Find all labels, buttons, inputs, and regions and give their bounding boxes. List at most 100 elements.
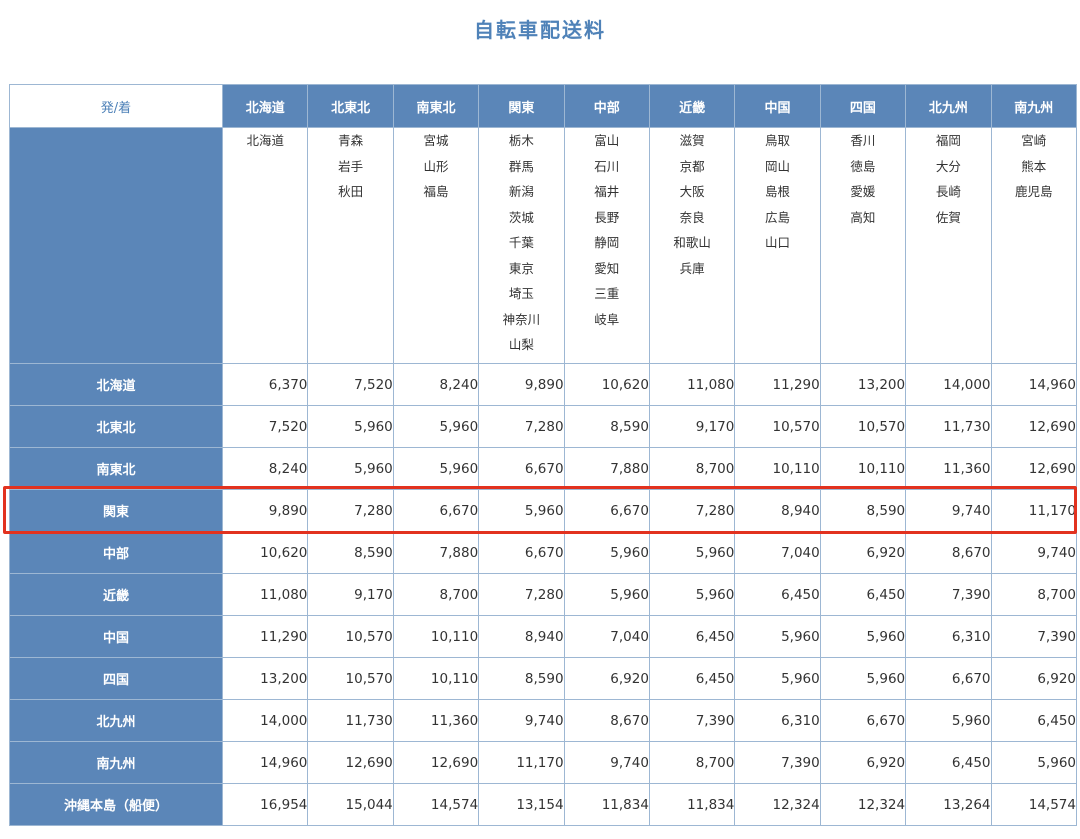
shipping-rate-table: 発/着 北海道 北東北 南東北 関東 中部 近畿 中国 四国 北九州 南九州 北…: [9, 84, 1078, 826]
rate-cell: 10,110: [392, 615, 480, 658]
rate-cell: 8,700: [648, 741, 736, 784]
prefecture-name: 徳島: [850, 158, 876, 174]
prefecture-name: 愛知: [594, 260, 620, 276]
rate-cell: 5,960: [819, 615, 907, 658]
rate-cell: 8,940: [478, 615, 565, 658]
prefecture-name: 神奈川: [502, 311, 541, 327]
row-header: 北海道: [9, 363, 223, 406]
rate-cell: 10,570: [307, 657, 394, 700]
row-header: 南東北: [9, 447, 223, 490]
column-header: 南九州: [990, 84, 1078, 128]
rate-cell: 5,960: [648, 531, 736, 574]
rate-cell: 11,080: [648, 363, 736, 406]
prefecture-name: 山梨: [508, 337, 534, 352]
rate-cell: 5,960: [307, 447, 394, 490]
rate-cell: 14,960: [990, 363, 1078, 406]
table-row: 近畿 11,080 9,170 8,700 7,280 5,960 5,960 6,450 6,…: [9, 573, 1078, 616]
prefecture-name: 佐賀: [935, 209, 961, 225]
column-header: 中部: [563, 84, 650, 128]
rate-cell: 6,450: [990, 699, 1078, 742]
rate-cell: 8,700: [648, 447, 736, 490]
prefecture-name: 岡山: [765, 158, 791, 174]
column-header: 北海道: [221, 84, 309, 128]
rate-cell: 9,740: [990, 531, 1078, 574]
column-header: 北東北: [307, 84, 394, 128]
prefecture-name: 青森: [338, 133, 364, 148]
rate-cell: 6,670: [563, 489, 650, 532]
rate-cell: 11,360: [392, 699, 480, 742]
prefecture-name: 福島: [423, 184, 449, 199]
rate-cell: 6,920: [563, 657, 650, 700]
rate-cell: 10,570: [307, 615, 394, 658]
prefecture-list-cell: 福岡 大分 長崎 佐賀: [905, 127, 992, 364]
rate-cell: 5,960: [905, 699, 992, 742]
rate-cell: 16,954: [221, 783, 309, 826]
rate-cell: 5,960: [734, 615, 821, 658]
rate-cell: 8,590: [307, 531, 394, 574]
rate-cell: 8,670: [905, 531, 992, 574]
rate-cell: 6,450: [819, 573, 907, 616]
prefecture-name: 群馬: [508, 158, 534, 174]
column-header: 近畿: [648, 84, 736, 128]
rate-cell: 10,110: [392, 657, 480, 700]
rate-cell: 8,590: [563, 405, 650, 448]
table-row: 北九州 14,000 11,730 11,360 9,740 8,670 7,390 6,31…: [9, 699, 1078, 742]
rate-cell: 7,280: [478, 573, 565, 616]
rate-cell: 14,960: [221, 741, 309, 784]
rate-cell: 7,040: [563, 615, 650, 658]
prefecture-name: 大阪: [679, 184, 705, 199]
prefecture-name: 福岡: [935, 133, 961, 148]
prefecture-name: 富山: [594, 133, 620, 148]
prefecture-name: 長野: [594, 209, 620, 225]
prefecture-name: 静岡: [594, 235, 620, 250]
rate-cell: 14,574: [990, 783, 1078, 826]
table-row: 北海道 6,370 7,520 8,240 9,890 10,620 11,080 11,29…: [9, 363, 1078, 406]
prefecture-list-cell: 宮城 山形 福島: [392, 127, 480, 364]
rate-cell: 9,170: [648, 405, 736, 448]
rate-cell: 12,690: [392, 741, 480, 784]
prefecture-list-cell: 滋賀 京都 大阪 奈良 和歌山 兵庫: [648, 127, 736, 364]
row-header: 南九州: [9, 741, 223, 784]
rate-cell: 10,620: [221, 531, 309, 574]
prefecture-name: 宮崎: [1021, 133, 1047, 148]
rate-cell: 9,170: [307, 573, 394, 616]
rate-cell: 5,960: [990, 741, 1078, 784]
prefecture-name: 新潟: [508, 184, 534, 199]
column-header: 関東: [478, 84, 565, 128]
rate-cell: 8,590: [478, 657, 565, 700]
prefecture-name: 秋田: [338, 184, 364, 199]
prefecture-name: 愛媛: [850, 184, 876, 199]
column-header: 中国: [734, 84, 821, 128]
rate-cell: 6,450: [648, 615, 736, 658]
rate-cell: 6,670: [392, 489, 480, 532]
table-row: 南東北 8,240 5,960 5,960 6,670 7,880 8,700 10,110 1…: [9, 447, 1078, 490]
rate-cell: 11,080: [221, 573, 309, 616]
rate-cell: 9,740: [563, 741, 650, 784]
rate-cell: 10,620: [563, 363, 650, 406]
rate-cell: 6,670: [905, 657, 992, 700]
prefecture-name: 島根: [765, 184, 791, 199]
rate-cell: 6,920: [819, 531, 907, 574]
rate-cell: 10,570: [734, 405, 821, 448]
rate-cell: 14,574: [392, 783, 480, 826]
rate-cell: 15,044: [307, 783, 394, 826]
prefecture-name: 奈良: [679, 209, 705, 225]
rate-cell: 8,240: [392, 363, 480, 406]
prefecture-name: 福井: [594, 184, 620, 199]
rate-cell: 7,280: [478, 405, 565, 448]
rate-cell: 8,700: [990, 573, 1078, 616]
prefecture-name: 山形: [423, 158, 449, 174]
rate-cell: 8,700: [392, 573, 480, 616]
prefecture-name: 北海道: [246, 133, 284, 148]
rate-cell: 7,390: [734, 741, 821, 784]
table-row: 北東北 7,520 5,960 5,960 7,280 8,590 9,170 10,570 1…: [9, 405, 1078, 448]
rate-cell: 6,370: [221, 363, 309, 406]
prefecture-name: 滋賀: [679, 133, 705, 148]
rate-cell: 11,170: [478, 741, 565, 784]
rate-cell: 12,690: [307, 741, 394, 784]
column-header-row: 発/着 北海道 北東北 南東北 関東 中部 近畿 中国 四国 北九州 南九州: [9, 84, 1078, 128]
rate-cell: 6,450: [734, 573, 821, 616]
rate-cell: 11,290: [221, 615, 309, 658]
rate-cell: 6,670: [478, 447, 565, 490]
prefecture-name: 熊本: [1021, 158, 1047, 174]
